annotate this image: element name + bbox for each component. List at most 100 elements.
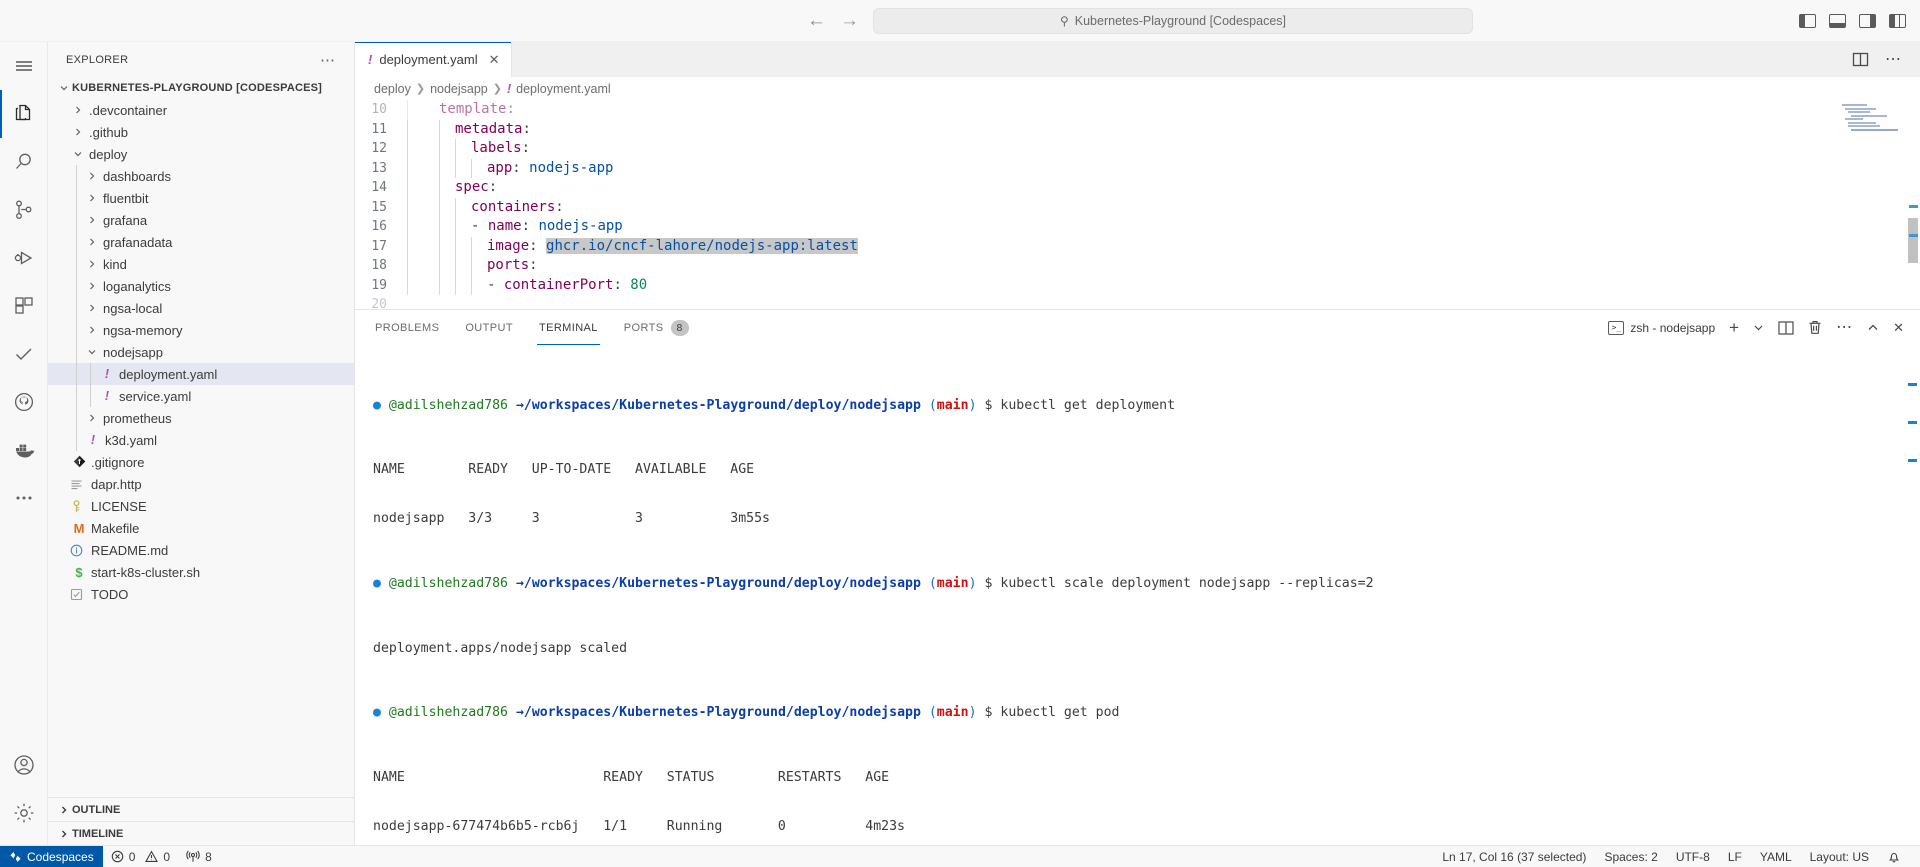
tree-item-label: grafana [103,212,148,228]
tree-item-fluentbit[interactable]: fluentbit [48,187,354,209]
status-ports[interactable]: 8 [178,846,220,867]
status-problems[interactable]: 0 0 [103,846,178,867]
terminal-user: @adilshehzad786 [388,705,508,721]
terminal-selector[interactable]: >_ zsh - nodejsapp [1608,320,1715,335]
code-editor[interactable]: 10 template: 11 metadata: 12 labels: 13 … [355,100,1920,309]
activitybar-item-search[interactable] [0,138,48,186]
tree-item-gitignore[interactable]: .gitignore [48,451,354,473]
split-icon[interactable] [1778,320,1794,335]
tree-item-kind[interactable]: kind [48,253,354,275]
status-language-mode[interactable]: YAML [1751,846,1801,867]
close-icon[interactable]: ✕ [489,52,500,68]
tree-item-grafana[interactable]: grafana [48,209,354,231]
line-number: 16 [371,219,387,234]
split-editor-icon[interactable] [1852,52,1869,67]
sidebar-section-label: TIMELINE [72,827,124,840]
tree-item-dapr-http[interactable]: dapr.http [48,473,354,495]
activitybar-item-run-and-debug[interactable] [0,234,48,282]
breadcrumb-item-0[interactable]: deploy [374,82,411,96]
panel-tab-label: PROBLEMS [375,321,440,334]
chevron-up-icon[interactable] [1867,322,1879,334]
tree-item-service-yaml[interactable]: ! service.yaml [48,385,354,407]
toggle-primary-sidebar-icon[interactable] [1799,13,1816,28]
tree-item-grafanadata[interactable]: grafanadata [48,231,354,253]
toggle-secondary-sidebar-icon[interactable] [1859,13,1876,28]
status-encoding[interactable]: UTF-8 [1667,846,1719,867]
overview-ruler-mark [1909,234,1918,237]
tree-item-start-k8s-cluster-sh[interactable]: $ start-k8s-cluster.sh [48,561,354,583]
bell-icon[interactable] [1878,846,1910,867]
tab-ports[interactable]: PORTS 8 [622,310,691,345]
arrow-left-icon[interactable]: ← [807,11,826,30]
close-icon[interactable]: ✕ [1893,320,1904,336]
tab-deployment-yaml[interactable]: ! deployment.yaml ✕ [355,42,512,77]
activitybar-item-source-control[interactable] [0,186,48,234]
plus-icon[interactable]: + [1729,319,1739,336]
tree-item-dashboards[interactable]: dashboards [48,165,354,187]
tree-item-prometheus[interactable]: prometheus [48,407,354,429]
status-codespaces[interactable]: Codespaces [0,845,103,867]
code-line: 17 image: ghcr.io/cncf-lahore/nodejs-app… [355,236,1920,256]
status-editor-selection[interactable]: Ln 17, Col 16 (37 selected) [1433,846,1595,867]
chevron-right-icon [84,215,100,225]
tree-root-folder[interactable]: KUBERNETES-PLAYGROUND [CODESPACES] [48,77,354,99]
code-line: 11 metadata: [355,119,1920,139]
terminal-cwd: →/workspaces/Kubernetes-Playground/deplo… [515,705,921,721]
tree-item-ngsa-memory[interactable]: ngsa-memory [48,319,354,341]
accounts-icon[interactable] [0,741,48,789]
tree-item-devcontainer[interactable]: .devcontainer [48,99,354,121]
status-eol[interactable]: LF [1719,846,1751,867]
hamburger-icon[interactable] [0,42,48,90]
activitybar-item-extensions[interactable] [0,282,48,330]
status-keyboard-layout[interactable]: Layout: US [1801,846,1878,867]
terminal-body[interactable]: ● @adilshehzad786 →/workspaces/Kubernete… [355,345,1920,845]
customize-layout-icon[interactable] [1889,13,1906,28]
gear-icon[interactable] [0,789,48,837]
breadcrumb-item-2[interactable]: deployment.yaml [516,82,611,96]
line-number: 19 [371,277,387,293]
tab-output[interactable]: OUTPUT [463,310,515,345]
status-indentation[interactable]: Spaces: 2 [1595,846,1666,867]
tab-problems[interactable]: PROBLEMS [373,310,441,345]
activitybar-item-testing[interactable] [0,330,48,378]
terminal-text: deployment.apps/nodejsapp scaled [373,640,628,656]
minimap[interactable] [1838,104,1898,138]
tree-item-readme[interactable]: README.md [48,539,354,561]
sidebar-section-outline[interactable]: OUTLINE [48,797,354,821]
tree-item-todo[interactable]: TODO [48,583,354,605]
chevron-right-icon [56,805,72,815]
tree-item-ngsa-local[interactable]: ngsa-local [48,297,354,319]
tree-item-loganalytics[interactable]: loganalytics [48,275,354,297]
sidebar-section-timeline[interactable]: TIMELINE [48,821,354,845]
tree-item-k3d-yaml[interactable]: ! k3d.yaml [48,429,354,451]
tree-item-label: .gitignore [91,454,145,470]
tree-item-license[interactable]: LICENSE [48,495,354,517]
file-tree[interactable]: KUBERNETES-PLAYGROUND [CODESPACES] .devc… [48,77,354,797]
activitybar-item-github[interactable] [0,378,48,426]
activitybar-item-docker[interactable] [0,426,48,474]
editor-vertical-scrollbar[interactable] [1906,100,1920,309]
toggle-panel-icon[interactable] [1829,13,1846,28]
ellipsis-icon[interactable]: ⋯ [320,51,336,69]
tree-item-deployment-yaml[interactable]: ! deployment.yaml [48,363,354,385]
terminal-user: @adilshehzad786 [388,397,508,413]
breadcrumb-item-1[interactable]: nodejsapp [430,82,488,96]
tab-terminal[interactable]: TERMINAL [536,310,600,345]
editor-more-actions-icon[interactable]: ⋯ [1885,51,1902,67]
activitybar-item-additional-views[interactable] [0,474,48,522]
terminal-prompt-line: ● @adilshehzad786 →/workspaces/Kubernete… [373,575,1374,591]
tree-item-nodejsapp[interactable]: nodejsapp [48,341,354,363]
trash-icon[interactable] [1808,320,1822,335]
activitybar-item-explorer[interactable] [0,90,48,138]
arrow-right-icon[interactable]: → [840,11,859,30]
tree-item-label: k3d.yaml [105,432,158,448]
tree-item-label: ngsa-memory [103,322,183,338]
chevron-down-icon[interactable] [1753,322,1764,333]
tree-item-github[interactable]: .github [48,121,354,143]
terminal-text: nodejsapp 3/3 3 3 3m55s [373,511,770,526]
scrollbar-thumb[interactable] [1908,218,1918,263]
quick-input-search[interactable]: ⚲ Kubernetes-Playground [Codespaces] [873,7,1473,34]
panel-more-actions-icon[interactable]: ⋯ [1836,319,1853,335]
tree-item-deploy[interactable]: deploy [48,143,354,165]
tree-item-makefile[interactable]: M Makefile [48,517,354,539]
